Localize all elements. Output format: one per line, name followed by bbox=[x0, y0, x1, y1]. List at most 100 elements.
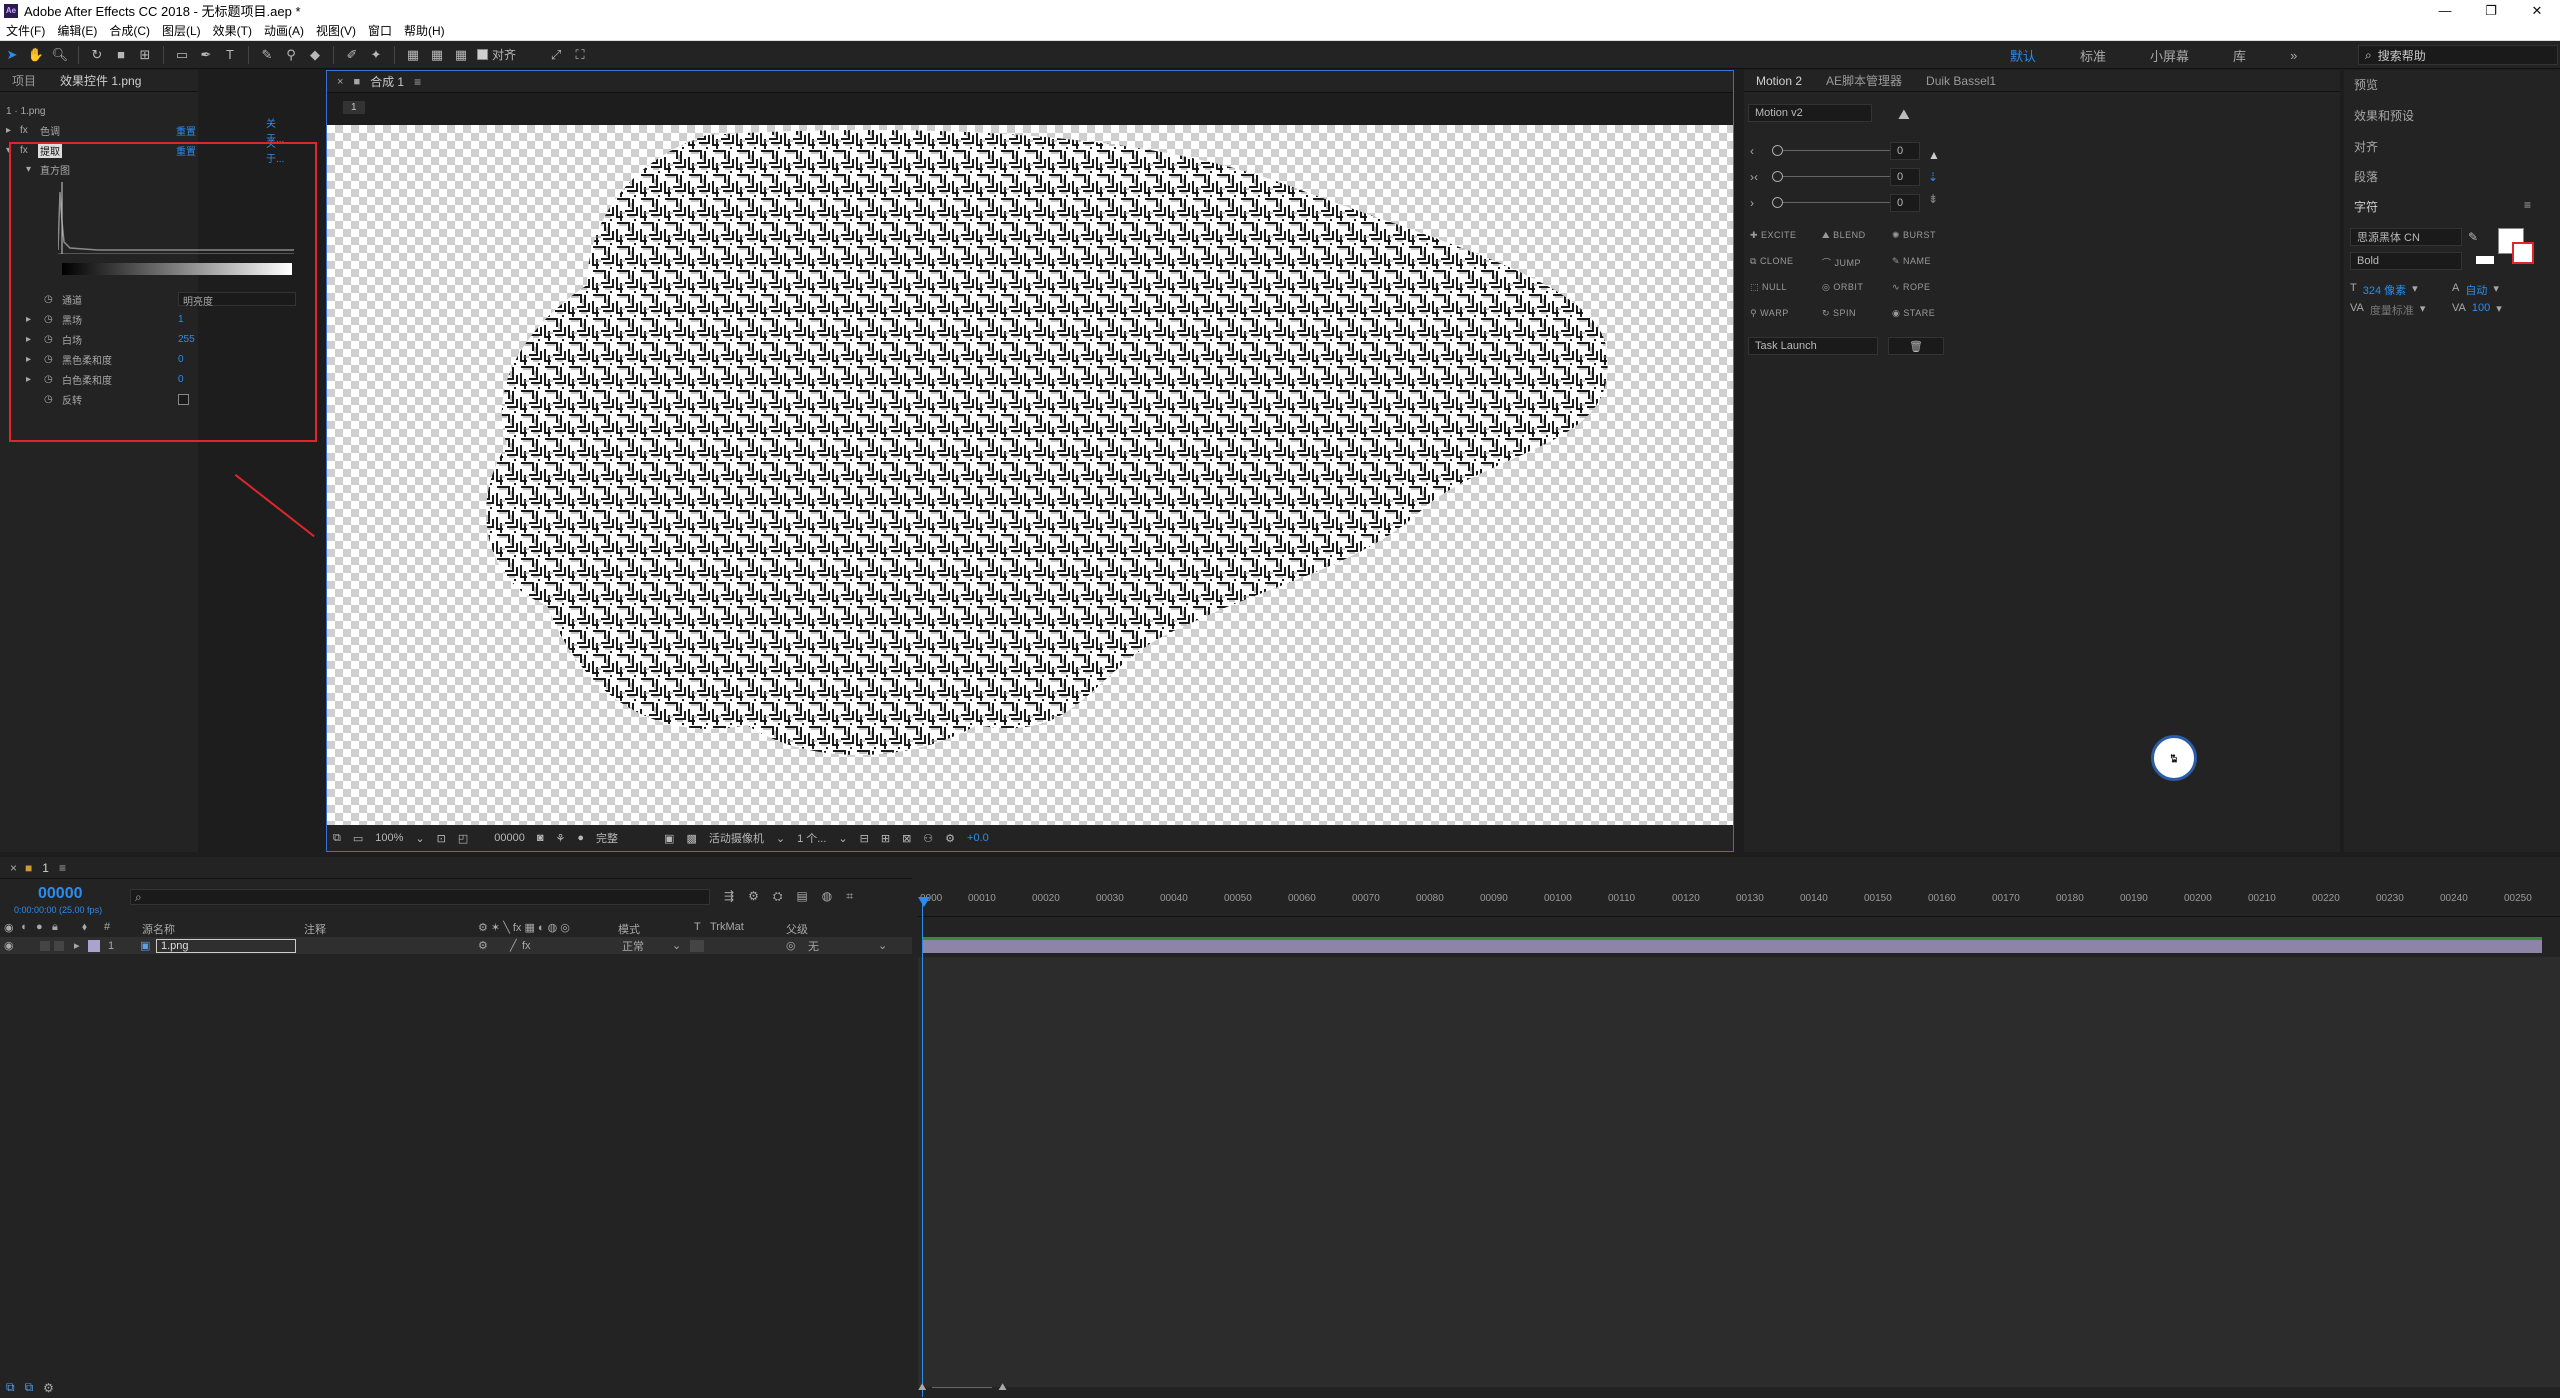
zoom-track[interactable] bbox=[932, 1386, 993, 1388]
lock-icon[interactable]: ■ bbox=[353, 76, 360, 88]
null-button[interactable]: ⬚ NULL bbox=[1750, 282, 1787, 293]
spread-icon[interactable]: ⇟ bbox=[1928, 192, 1938, 206]
chevron-left-icon[interactable]: ‹ bbox=[1750, 144, 1754, 158]
label-color-swatch[interactable] bbox=[88, 939, 100, 952]
reset-exposure-icon[interactable]: ⚙ bbox=[945, 832, 955, 845]
channel-icon[interactable]: ● bbox=[577, 832, 584, 844]
time-ruler[interactable]: 0000 00010 00020 00030 00040 00050 00060… bbox=[918, 887, 2560, 917]
shy-icon[interactable]: ⛭ bbox=[773, 889, 783, 904]
graph-editor-icon[interactable]: ⌗ bbox=[846, 889, 853, 904]
workspace-library[interactable]: 库 bbox=[2233, 46, 2246, 65]
kerning-value[interactable]: 度量标准 bbox=[2370, 302, 2414, 318]
tab-duik[interactable]: Duik Bassel1 bbox=[1926, 74, 1996, 88]
motion-blur-icon[interactable]: ◍ bbox=[822, 889, 832, 904]
task-launch-dropdown[interactable]: Task Launch bbox=[1748, 337, 1878, 355]
rotate-tool-icon[interactable]: ↻ bbox=[87, 45, 107, 65]
font-size-control[interactable]: T 324 像素 ▾ bbox=[2350, 282, 2418, 298]
excite-button[interactable]: ✚ EXCITE bbox=[1750, 230, 1797, 241]
rocket-icon[interactable]: ▲ bbox=[1928, 148, 1940, 162]
selection-tool-icon[interactable]: ➤ bbox=[2, 45, 22, 65]
menu-composition[interactable]: 合成(C) bbox=[109, 22, 150, 39]
panel-menu-icon[interactable]: ≡ bbox=[414, 75, 421, 89]
playhead[interactable] bbox=[922, 897, 923, 1397]
motion-version-dropdown[interactable]: Motion v2 bbox=[1748, 104, 1872, 122]
fx-switch-icon[interactable]: fx bbox=[522, 940, 531, 952]
brush-tool-icon[interactable]: ✎ bbox=[257, 45, 277, 65]
pick-whip-icon[interactable]: ◎ bbox=[786, 939, 796, 952]
search-help-input[interactable]: ⌕ 搜索帮助 bbox=[2358, 45, 2558, 65]
clone-button[interactable]: ⧉ CLONE bbox=[1750, 256, 1793, 267]
eraser-tool-icon[interactable]: ◆ bbox=[305, 45, 325, 65]
show-snapshot-icon[interactable]: ⚘ bbox=[556, 832, 566, 845]
tracking-value[interactable]: 100 bbox=[2472, 302, 2490, 315]
render-time-icon[interactable]: ⚙ bbox=[43, 1381, 54, 1395]
slider-track[interactable] bbox=[1780, 176, 1895, 177]
menu-window[interactable]: 窗口 bbox=[368, 22, 392, 39]
eye-icon[interactable]: ◉ bbox=[4, 939, 14, 952]
puppet-tool-icon[interactable]: ✦ bbox=[366, 45, 386, 65]
panel-preview[interactable]: 预览 bbox=[2354, 76, 2378, 93]
roto-brush-tool-icon[interactable]: ✐ bbox=[342, 45, 362, 65]
name-button[interactable]: ✎ NAME bbox=[1892, 256, 1931, 267]
world-axis-icon[interactable]: ▦ bbox=[427, 45, 447, 65]
chevron-down-icon[interactable]: ⌄ bbox=[672, 939, 681, 952]
snap-icon[interactable]: ⤢ bbox=[546, 45, 566, 65]
timeline-icon[interactable]: ⊠ bbox=[902, 832, 911, 845]
comp-mini-flowchart-icon[interactable]: ⇶ bbox=[724, 889, 734, 904]
always-preview-icon[interactable]: ⧉ bbox=[333, 832, 341, 845]
solo-toggle[interactable] bbox=[40, 940, 50, 951]
col-comment[interactable]: 注释 bbox=[304, 921, 326, 937]
views-dropdown[interactable]: 1 个... bbox=[797, 830, 826, 846]
workspace-more-icon[interactable]: » bbox=[2290, 48, 2297, 63]
leading-value[interactable]: 自动 bbox=[2465, 282, 2487, 298]
menu-animation[interactable]: 动画(A) bbox=[264, 22, 304, 39]
expand-arrow-icon[interactable]: ▸ bbox=[74, 939, 80, 952]
parent-dropdown[interactable]: 无 bbox=[808, 938, 819, 954]
composition-viewer[interactable] bbox=[327, 125, 1733, 825]
rectangle-tool-icon[interactable]: ▭ bbox=[172, 45, 192, 65]
chevron-down-icon[interactable]: ▾ bbox=[2496, 302, 2502, 315]
fit-icon[interactable]: ⊡ bbox=[437, 832, 446, 845]
slider-value-1[interactable]: 0 bbox=[1890, 142, 1920, 160]
frame-blending-icon[interactable]: ▤ bbox=[796, 889, 807, 904]
chevron-down-icon[interactable]: ▾ bbox=[2493, 282, 2499, 298]
chevron-right-icon[interactable]: › bbox=[1750, 196, 1754, 210]
font-size-value[interactable]: 324 像素 bbox=[2363, 282, 2406, 298]
camera-tool-icon[interactable]: ■ bbox=[111, 45, 131, 65]
zoom-out-icon[interactable]: ⛰ bbox=[918, 1382, 926, 1393]
snap-options-icon[interactable]: ⛶ bbox=[570, 45, 590, 65]
zoom-slider[interactable]: ⛰ ⛰ bbox=[918, 1379, 1058, 1395]
toggle-pixel-icon[interactable]: ⊟ bbox=[860, 832, 869, 845]
kerning-control[interactable]: VA 度量标准 ▾ bbox=[2350, 302, 2425, 318]
toggle-modes-icon[interactable]: ⧉ bbox=[25, 1380, 34, 1395]
menu-file[interactable]: 文件(F) bbox=[6, 22, 45, 39]
chevron-down-icon[interactable]: ⌄ bbox=[776, 832, 785, 845]
character-panel-title[interactable]: 字符 bbox=[2354, 198, 2378, 215]
stare-button[interactable]: ◉ STARE bbox=[1892, 308, 1935, 319]
shy-switch-icon[interactable]: ⚙ bbox=[478, 939, 488, 952]
orbit-button[interactable]: ◎ ORBIT bbox=[1822, 282, 1863, 293]
mask-icon[interactable]: ◰ bbox=[458, 832, 468, 845]
current-timecode[interactable]: 00000 bbox=[494, 832, 525, 844]
monitor-icon[interactable]: ▭ bbox=[353, 832, 363, 845]
workspace-default[interactable]: 默认 bbox=[2010, 46, 2036, 65]
slider-knob[interactable] bbox=[1772, 197, 1783, 208]
col-t[interactable]: T bbox=[694, 921, 701, 933]
chevron-down-icon[interactable]: ⌄ bbox=[878, 939, 887, 952]
panel-effects-presets[interactable]: 效果和预设 bbox=[2354, 107, 2414, 124]
hand-tool-icon[interactable]: ✋ bbox=[26, 45, 46, 65]
tab-timeline-1[interactable]: 1 bbox=[42, 861, 49, 875]
lock-toggle[interactable] bbox=[54, 940, 64, 951]
tab-motion-2[interactable]: Motion 2 bbox=[1756, 74, 1802, 88]
clone-stamp-tool-icon[interactable]: ⚲ bbox=[281, 45, 301, 65]
eyedropper-icon[interactable]: ✎ bbox=[2468, 230, 2478, 244]
close-tab-icon[interactable]: × bbox=[337, 76, 343, 88]
slider-track[interactable] bbox=[1780, 150, 1895, 151]
chevron-both-icon[interactable]: ›‹ bbox=[1750, 170, 1758, 184]
flowchart-icon[interactable]: ⚇ bbox=[923, 832, 933, 845]
mountain-graph-icon[interactable]: ⛰ bbox=[1898, 106, 1910, 123]
tab-composition-1[interactable]: 合成 1 bbox=[370, 73, 404, 90]
draft-3d-icon[interactable]: ⚙ bbox=[748, 889, 759, 904]
type-tool-icon[interactable]: T bbox=[220, 45, 240, 65]
fast-preview-icon[interactable]: ⊞ bbox=[881, 832, 890, 845]
